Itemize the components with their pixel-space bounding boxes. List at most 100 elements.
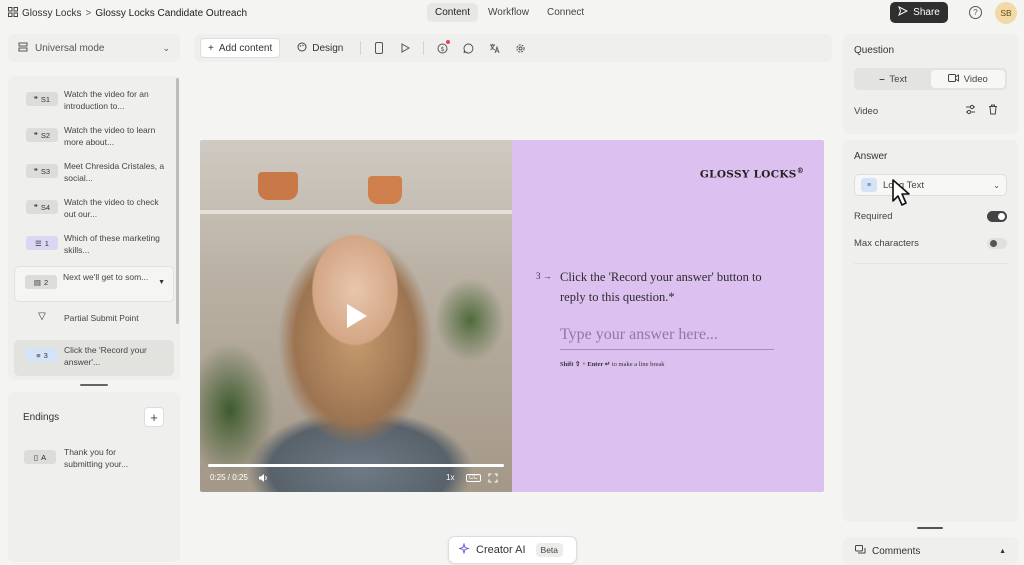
- list-item[interactable]: ❞ S2 Watch the video to learn more about.…: [14, 120, 174, 156]
- chevron-down-icon: ⌄: [162, 42, 170, 53]
- grid-icon[interactable]: [8, 7, 18, 20]
- tab-content[interactable]: Content: [427, 3, 479, 22]
- quote-icon: ❞: [33, 166, 38, 176]
- question-settings-panel: Question ⎯ Text Video Video: [843, 34, 1018, 134]
- section-divider: [854, 263, 1007, 264]
- tag-label: 3: [43, 350, 48, 360]
- fullscreen-icon[interactable]: [488, 473, 498, 483]
- design-button[interactable]: Design: [290, 38, 350, 58]
- sliders-icon[interactable]: [965, 104, 976, 118]
- video-label: Video: [854, 106, 879, 117]
- chat-icon[interactable]: [460, 40, 476, 56]
- list-item[interactable]: ☰ 1 Which of these marketing skills...: [14, 228, 174, 264]
- tab-workflow[interactable]: Workflow: [480, 3, 537, 22]
- hint-shift: Shift ⇧: [560, 361, 581, 368]
- multiple-choice-icon: ☰: [35, 238, 42, 248]
- mobile-preview-icon[interactable]: [371, 40, 387, 56]
- tag-label: S2: [40, 130, 51, 140]
- help-icon[interactable]: ?: [969, 6, 982, 19]
- tab-connect[interactable]: Connect: [539, 3, 592, 22]
- layers-icon: [18, 42, 28, 55]
- list-item-label: Watch the video to check out our...: [64, 197, 159, 219]
- mode-select[interactable]: Universal mode ⌄: [8, 34, 180, 62]
- trash-icon[interactable]: [988, 104, 998, 118]
- ending-item[interactable]: ▯ A Thank you for submitting your...: [24, 446, 144, 470]
- question-tag: ❞ S3: [26, 164, 58, 178]
- plus-icon: +: [208, 42, 214, 54]
- question-number-value: 3: [536, 271, 541, 281]
- plant-pot-decoration: [368, 176, 402, 204]
- max-characters-toggle[interactable]: [987, 238, 1007, 249]
- panel-resize-handle[interactable]: [917, 527, 943, 529]
- question-tag: ☰ 1: [26, 236, 58, 250]
- segment-text[interactable]: ⎯ Text: [856, 70, 931, 88]
- comments-icon: [855, 544, 866, 558]
- answer-section-title: Answer: [854, 151, 888, 162]
- breadcrumb-separator: >: [85, 8, 92, 19]
- list-item[interactable]: ▽ Partial Submit Point: [14, 304, 174, 340]
- endings-title: Endings: [23, 412, 60, 423]
- panel-resize-handle[interactable]: [80, 384, 108, 386]
- list-item[interactable]: ❞ S4 Watch the video to check out our...: [14, 192, 174, 228]
- video-progress-bar[interactable]: [208, 464, 504, 467]
- arrow-right-icon: →: [542, 271, 552, 281]
- playback-speed[interactable]: 1x: [446, 473, 454, 482]
- segment-video[interactable]: Video: [930, 70, 1005, 88]
- long-text-icon: ≡: [36, 350, 41, 360]
- send-icon: [898, 5, 909, 19]
- breadcrumb-project[interactable]: Glossy Locks Candidate Outreach: [95, 8, 247, 19]
- answer-type-select[interactable]: ≡ Long Text ⌄: [854, 174, 1007, 196]
- volume-icon[interactable]: [258, 473, 269, 483]
- share-button[interactable]: Share: [890, 2, 948, 23]
- play-icon[interactable]: [397, 40, 413, 56]
- add-content-button[interactable]: + Add content: [200, 38, 281, 58]
- brand-mark: ®: [796, 166, 804, 175]
- hint-enter: Enter ↵: [587, 361, 611, 368]
- list-item-group[interactable]: ▤ 2 Next we'll get to som... ▼: [14, 266, 174, 302]
- sidebar-scrollbar[interactable]: [176, 78, 179, 324]
- avatar[interactable]: SB: [995, 2, 1017, 24]
- hint-rest: to make a line break: [610, 361, 665, 368]
- breadcrumb-workspace[interactable]: Glossy Locks: [22, 8, 81, 19]
- segment-video-label: Video: [963, 73, 988, 85]
- question-type-toggle: ⎯ Text Video: [854, 68, 1007, 90]
- brand-logo: GLOSSY LOCKS®: [700, 166, 804, 181]
- required-toggle[interactable]: [987, 211, 1007, 222]
- question-tag: ❞ S2: [26, 128, 58, 142]
- top-bar: Glossy Locks > Glossy Locks Candidate Ou…: [0, 0, 1024, 26]
- answer-input-preview[interactable]: Type your answer here...: [560, 326, 774, 350]
- palette-icon: [297, 42, 307, 55]
- toolbar-divider: [360, 41, 362, 55]
- caret-down-icon[interactable]: ▼: [158, 279, 165, 286]
- endings-panel: Endings + ▯ A Thank you for submitting yo…: [8, 392, 180, 562]
- tag-label: S4: [40, 202, 51, 212]
- question-tag: ≡ 3: [26, 348, 58, 362]
- tag-label: S1: [40, 94, 51, 104]
- dollar-icon[interactable]: $: [434, 40, 451, 56]
- required-label: Required: [854, 211, 893, 222]
- text-icon: ⎯: [879, 73, 885, 85]
- list-item[interactable]: ❞ S1 Watch the video for an introduction …: [14, 84, 174, 120]
- play-icon[interactable]: [347, 304, 367, 328]
- ending-icon: ▯: [33, 452, 39, 462]
- quote-icon: ❞: [33, 130, 38, 140]
- creator-ai-button[interactable]: Creator AI Beta: [448, 536, 577, 564]
- translate-icon[interactable]: [486, 40, 502, 56]
- ending-tag: ▯ A: [24, 450, 56, 464]
- gear-icon[interactable]: [512, 40, 528, 56]
- editor-toolbar: + Add content Design $: [194, 34, 832, 62]
- list-item-selected[interactable]: ≡ 3 Click the 'Record your answer'...: [14, 340, 174, 376]
- breadcrumb: Glossy Locks > Glossy Locks Candidate Ou…: [8, 7, 247, 20]
- toolbar-divider: [423, 41, 425, 55]
- list-item[interactable]: ❞ S3 Meet Chresida Cristales, a social...: [14, 156, 174, 192]
- long-text-icon: ≡: [861, 178, 877, 192]
- add-ending-button[interactable]: +: [144, 407, 164, 427]
- captions-button[interactable]: CC: [466, 474, 481, 482]
- segment-text-label: Text: [889, 73, 907, 85]
- group-icon: ▤: [33, 277, 41, 287]
- mode-label: Universal mode: [35, 42, 105, 54]
- question-video[interactable]: 0:25 / 0:25 1x CC: [200, 140, 512, 492]
- comments-panel[interactable]: Comments ▲: [843, 537, 1018, 565]
- beta-badge: Beta: [535, 543, 564, 557]
- main-nav-tabs: Content Workflow Connect: [427, 3, 592, 22]
